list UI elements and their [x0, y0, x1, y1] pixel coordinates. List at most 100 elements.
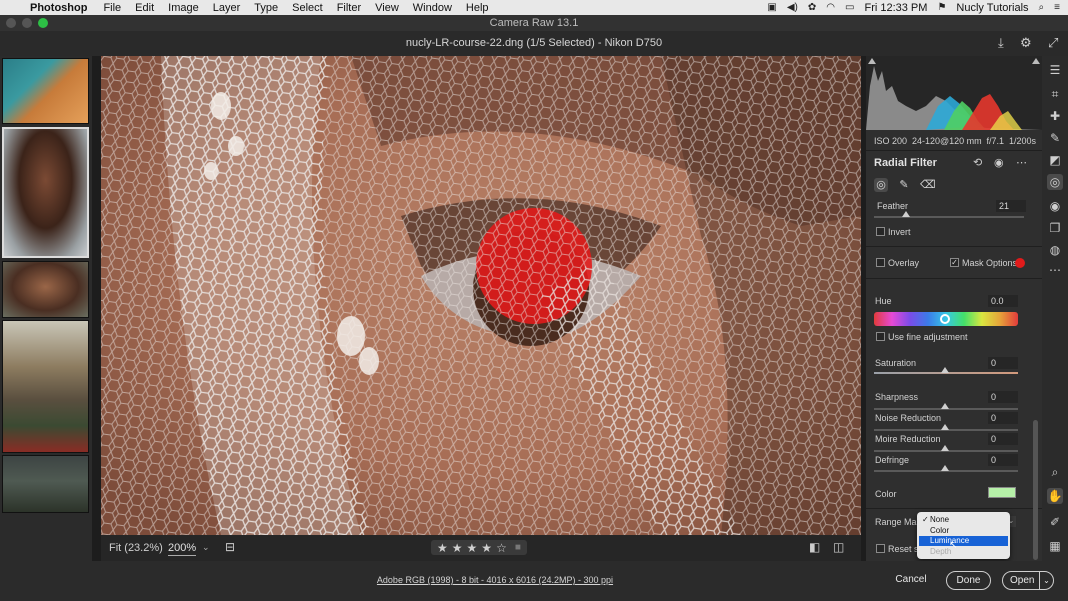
minimize-window-button[interactable] — [22, 18, 32, 28]
crop-icon[interactable]: ⌗ — [1047, 86, 1063, 102]
graduated-filter-icon[interactable]: ◩ — [1047, 152, 1063, 168]
save-image-icon[interactable]: ⤓ — [998, 35, 1004, 51]
menu-help[interactable]: Help — [459, 2, 496, 14]
screen-record-icon[interactable]: ▣ — [767, 2, 776, 13]
before-after-cycle-icon[interactable]: ◧ — [809, 540, 820, 554]
hue-slider-thumb[interactable] — [940, 314, 950, 324]
fullscreen-window-button[interactable] — [38, 18, 48, 28]
done-button[interactable]: Done — [946, 571, 991, 590]
spot-removal-icon[interactable]: ✚ — [1047, 108, 1063, 124]
open-button[interactable]: Open ⌄ — [1002, 571, 1054, 590]
reset-filter-icon[interactable]: ⟲ — [973, 156, 982, 169]
zoom-fit-button[interactable]: Fit (23.2%) — [109, 542, 163, 554]
menu-type[interactable]: Type — [247, 2, 285, 14]
control-center-icon[interactable]: ≡ — [1054, 2, 1060, 13]
visibility-eye-icon[interactable]: ◉ — [994, 156, 1004, 169]
menu-file[interactable]: File — [96, 2, 128, 14]
menu-layer[interactable]: Layer — [206, 2, 248, 14]
spotlight-search-icon[interactable]: ⌕ — [1039, 2, 1045, 13]
range-mask-option-luminance[interactable]: Luminance — [919, 536, 1008, 546]
edit-sliders-icon[interactable]: ☰ — [1047, 62, 1063, 78]
sharpness-slider-thumb[interactable] — [941, 403, 949, 409]
overlay-checkbox[interactable] — [876, 258, 885, 267]
filmstrip-thumb-woman[interactable] — [2, 261, 89, 318]
sharpness-value[interactable]: 0 — [988, 391, 1018, 403]
range-mask-option-color[interactable]: Color — [919, 526, 1008, 536]
filmstrip-thumb-portrait-selected[interactable] — [2, 127, 89, 258]
fine-adjustment-label: Use fine adjustment — [888, 332, 968, 342]
menu-view[interactable]: View — [368, 2, 406, 14]
range-mask-option-none[interactable]: ✓ None — [919, 515, 1008, 525]
zoom-level[interactable]: 200% — [168, 542, 197, 556]
filmstrip-thumb-landscape[interactable] — [2, 455, 89, 513]
saturation-slider-thumb[interactable] — [941, 367, 949, 373]
filmstrip-thumb-beach[interactable] — [2, 58, 89, 124]
flag-icon[interactable]: ⚑ — [937, 2, 946, 13]
hue-value[interactable]: 0.0 — [988, 295, 1018, 307]
highlight-clipping-toggle[interactable] — [1032, 58, 1040, 64]
snapshots-icon[interactable]: ❐ — [1047, 220, 1063, 236]
trash-icon[interactable]: ■ — [515, 542, 521, 553]
more-tools-icon[interactable]: ⋯ — [1047, 262, 1063, 278]
divider — [866, 150, 1042, 151]
image-canvas[interactable] — [101, 56, 861, 535]
close-window-button[interactable] — [6, 18, 16, 28]
radial-filter-icon[interactable]: ◎ — [1047, 174, 1063, 190]
menu-select[interactable]: Select — [285, 2, 330, 14]
feather-value[interactable]: 21 — [996, 200, 1026, 212]
menu-user[interactable]: Nucly Tutorials — [956, 2, 1028, 14]
app-menu-photoshop[interactable]: Photoshop — [26, 2, 96, 14]
menu-image[interactable]: Image — [161, 2, 206, 14]
shadow-clipping-toggle[interactable] — [868, 58, 876, 64]
filmstrip-thumb-building[interactable] — [2, 320, 89, 453]
radial-filter-tool-icon[interactable]: ◎ — [874, 178, 888, 192]
brush-icon[interactable]: ✎ — [897, 178, 911, 192]
panel-scrollbar[interactable] — [1033, 420, 1038, 560]
menu-edit[interactable]: Edit — [128, 2, 161, 14]
workflow-options-link[interactable]: Adobe RGB (1998) - 8 bit - 4016 x 6016 (… — [0, 575, 990, 585]
fine-adjustment-checkbox[interactable] — [876, 332, 885, 341]
creative-cloud-icon[interactable]: ✿ — [808, 2, 816, 13]
noise-reduction-slider-thumb[interactable] — [941, 424, 949, 430]
wifi-icon[interactable]: ◠ — [826, 2, 835, 13]
rating-star-1[interactable]: ★ — [437, 541, 448, 555]
defringe-slider-thumb[interactable] — [941, 465, 949, 471]
menu-window[interactable]: Window — [406, 2, 459, 14]
gear-icon[interactable]: ⚙ — [1020, 35, 1032, 51]
defringe-value[interactable]: 0 — [988, 454, 1018, 466]
cancel-button[interactable]: Cancel — [886, 571, 936, 590]
color-swatch[interactable] — [988, 487, 1016, 498]
eraser-icon[interactable]: ⌫ — [920, 178, 936, 192]
hand-icon[interactable]: ✋ — [1047, 488, 1063, 504]
filmstrip-toggle-icon[interactable]: ⊟ — [225, 540, 235, 554]
fullscreen-toggle-icon[interactable]: ⤢ — [1048, 35, 1058, 51]
display-icon[interactable]: ▭ — [845, 2, 854, 13]
open-options-chevron-icon[interactable]: ⌄ — [1039, 572, 1053, 589]
feather-slider-track[interactable] — [874, 216, 1024, 218]
more-options-icon[interactable]: ⋯ — [1016, 156, 1027, 169]
rating-star-4[interactable]: ★ — [481, 541, 492, 555]
zoom-dropdown-chevron-icon[interactable]: ⌄ — [202, 542, 210, 553]
adjustment-brush-icon[interactable]: ✎ — [1047, 130, 1063, 146]
reset-sliders-checkbox[interactable] — [876, 544, 885, 553]
moire-reduction-value[interactable]: 0 — [988, 433, 1018, 445]
volume-icon[interactable]: ◀) — [787, 2, 798, 13]
saturation-value[interactable]: 0 — [988, 357, 1018, 369]
moire-reduction-slider-thumb[interactable] — [941, 445, 949, 451]
color-sampler-icon[interactable]: ✐ — [1047, 514, 1063, 530]
noise-reduction-value[interactable]: 0 — [988, 412, 1018, 424]
grid-icon[interactable]: ▦ — [1047, 538, 1063, 554]
invert-checkbox[interactable] — [876, 227, 885, 236]
mask-options-checkbox[interactable]: ✓ — [950, 258, 959, 267]
menu-filter[interactable]: Filter — [330, 2, 368, 14]
red-eye-icon[interactable]: ◉ — [1047, 198, 1063, 214]
menu-clock[interactable]: Fri 12:33 PM — [864, 2, 927, 14]
rating-star-5[interactable]: ☆ — [496, 541, 507, 555]
feather-slider-thumb[interactable] — [901, 211, 910, 217]
zoom-icon[interactable]: ⌕ — [1047, 464, 1063, 480]
rating-star-3[interactable]: ★ — [467, 541, 478, 555]
presets-icon[interactable]: ◍ — [1047, 242, 1063, 258]
before-after-split-icon[interactable]: ◫ — [833, 540, 844, 554]
rating-star-2[interactable]: ★ — [452, 541, 463, 555]
mask-color-swatch[interactable] — [1015, 258, 1025, 268]
